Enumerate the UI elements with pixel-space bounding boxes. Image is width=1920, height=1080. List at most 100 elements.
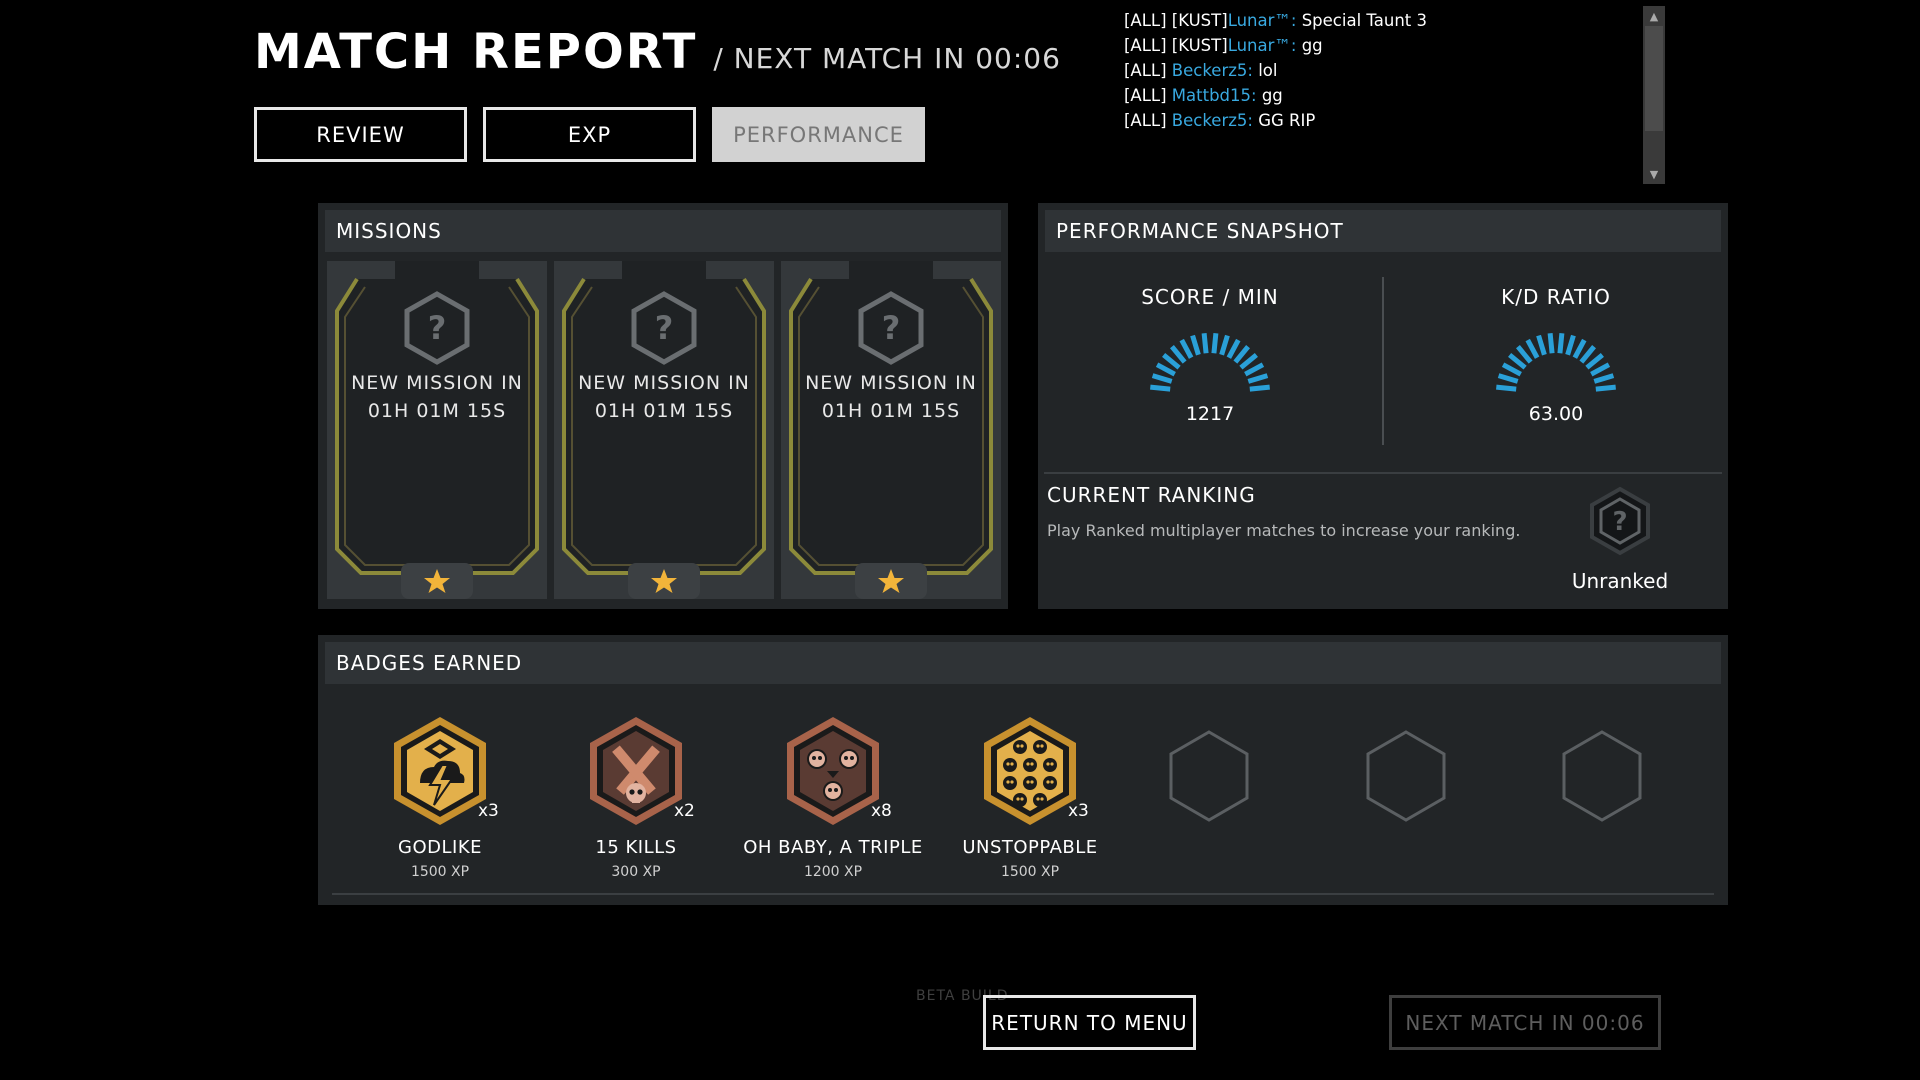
- mission-card[interactable]: ? NEW MISSION IN 01H 01M 15S: [327, 261, 547, 599]
- chat-message: GG RIP: [1252, 111, 1316, 130]
- chat-message: gg: [1256, 86, 1283, 105]
- mission-line-1: NEW MISSION IN: [351, 372, 523, 394]
- svg-text:?: ?: [882, 309, 901, 347]
- badge-oh-baby-a-triple[interactable]: x8 OH BABY, A TRIPLE 1200 XP: [743, 715, 923, 880]
- mission-card[interactable]: ? NEW MISSION IN 01H 01M 15S: [554, 261, 774, 599]
- chat-message: Special Taunt 3: [1296, 11, 1427, 30]
- gauge-segment: [1595, 384, 1616, 392]
- gauge-segment: [1536, 334, 1547, 356]
- chat-line: [ALL] Beckerz5: GG RIP: [1124, 108, 1644, 133]
- gauge-segment: [1593, 373, 1615, 384]
- badge-count: x8: [871, 801, 892, 821]
- chat-line: [ALL] Beckerz5: lol: [1124, 58, 1644, 83]
- gauge-segment: [1219, 334, 1230, 356]
- mission-countdown: NEW MISSION IN 01H 01M 15S: [781, 369, 1001, 425]
- question-hex-icon: ?: [404, 291, 470, 365]
- page-title: MATCH REPORT: [254, 24, 698, 80]
- report-tabs: REVIEW EXP PERFORMANCE: [254, 107, 925, 162]
- chat-prefix: [ALL] [KUST]: [1124, 36, 1228, 55]
- badge-15-kills[interactable]: x2 15 KILLS 300 XP: [546, 715, 726, 880]
- gauge-segment: [1516, 345, 1533, 364]
- gauge-segment: [1585, 353, 1604, 370]
- badge-xp: 1200 XP: [803, 864, 863, 880]
- badge-godlike[interactable]: x3 GODLIKE 1500 XP: [350, 715, 530, 880]
- lightning-badge-icon: [394, 717, 486, 825]
- badge-unstoppable[interactable]: x3 UNSTOPPABLE 1500 XP: [940, 715, 1120, 880]
- gauge-segment: [1557, 333, 1565, 354]
- badge-name: 15 KILLS: [595, 837, 677, 858]
- gauge-segment: [1201, 333, 1209, 354]
- chat-player-name: Beckerz5:: [1171, 111, 1253, 130]
- badge-name: UNSTOPPABLE: [962, 837, 1098, 858]
- tab-exp[interactable]: EXP: [483, 107, 696, 162]
- gauge-segment: [1247, 373, 1269, 384]
- gauge-segment: [1151, 373, 1173, 384]
- badge-xp: 1500 XP: [1000, 864, 1060, 880]
- header: MATCH REPORT / NEXT MATCH IN 00:06: [254, 24, 1061, 80]
- kd-gauge-icon: [1496, 333, 1616, 392]
- gauge-segment: [1572, 338, 1587, 359]
- badges-header: BADGES EARNED: [325, 642, 1721, 684]
- chat-log: [ALL] [KUST]Lunar™: Special Taunt 3 [ALL…: [1120, 6, 1665, 184]
- gauge-segment: [1239, 353, 1258, 370]
- mission-line-1: NEW MISSION IN: [578, 372, 750, 394]
- mission-countdown: NEW MISSION IN 01H 01M 15S: [554, 369, 774, 425]
- performance-snapshot-panel: PERFORMANCE SNAPSHOT SCORE / MIN 1217 K/…: [1038, 203, 1728, 609]
- star-icon: [651, 569, 677, 593]
- svg-text:?: ?: [1612, 507, 1627, 537]
- current-ranking-title: CURRENT RANKING: [1047, 483, 1256, 507]
- badge-name: OH BABY, A TRIPLE: [743, 837, 923, 858]
- chat-player-name: Lunar™:: [1227, 36, 1297, 55]
- chat-lines: [ALL] [KUST]Lunar™: Special Taunt 3 [ALL…: [1124, 8, 1644, 133]
- badge-count: x2: [674, 801, 695, 821]
- kd-ratio-stat: K/D RATIO 63.00: [1406, 285, 1706, 425]
- gauge-segment: [1501, 362, 1522, 377]
- gauge-segment: [1579, 345, 1596, 364]
- kd-ratio-value: 63.00: [1528, 403, 1584, 425]
- stat-divider: [1382, 277, 1384, 445]
- empty-badge-slot-icon: [1562, 730, 1642, 822]
- three-skulls-badge-icon: [787, 717, 879, 825]
- mission-card[interactable]: ? NEW MISSION IN 01H 01M 15S: [781, 261, 1001, 599]
- kd-ratio-label: K/D RATIO: [1501, 285, 1611, 309]
- question-hex-icon: ?: [858, 291, 924, 365]
- chat-player-name: Lunar™:: [1227, 11, 1297, 30]
- empty-badge-slot-icon: [1169, 730, 1249, 822]
- gauge-segment: [1179, 338, 1194, 359]
- question-hex-icon: ?: [631, 291, 697, 365]
- next-match-button[interactable]: NEXT MATCH IN 00:06: [1389, 995, 1661, 1050]
- gauge-segment: [1233, 345, 1250, 364]
- missions-header: MISSIONS: [325, 210, 1001, 252]
- chat-line: [ALL] [KUST]Lunar™: Special Taunt 3: [1124, 8, 1644, 33]
- snapshot-divider: [1044, 472, 1722, 474]
- badges-divider: [332, 893, 1714, 895]
- mission-line-1: NEW MISSION IN: [805, 372, 977, 394]
- gauge-segment: [1226, 338, 1241, 359]
- scroll-up-arrow-icon[interactable]: ▲: [1643, 6, 1665, 26]
- ranking-description: Play Ranked multiplayer matches to incre…: [1047, 521, 1521, 540]
- star-icon: [878, 569, 904, 593]
- chat-message: gg: [1296, 36, 1323, 55]
- mission-line-2: 01H 01M 15S: [821, 400, 961, 422]
- chat-message: lol: [1252, 61, 1278, 80]
- ranking-label: Unranked: [1571, 569, 1669, 593]
- chat-prefix: [ALL]: [1124, 111, 1172, 130]
- gauge-segment: [1244, 362, 1265, 377]
- scroll-down-arrow-icon[interactable]: ▼: [1643, 164, 1665, 184]
- next-match-countdown: / NEXT MATCH IN 00:06: [713, 42, 1061, 75]
- mission-line-2: 01H 01M 15S: [367, 400, 507, 422]
- scroll-thumb[interactable]: [1645, 26, 1663, 131]
- chat-scrollbar[interactable]: ▲ ▼: [1643, 6, 1665, 184]
- tab-performance[interactable]: PERFORMANCE: [712, 107, 925, 162]
- mission-line-2: 01H 01M 15S: [594, 400, 734, 422]
- gauge-segment: [1547, 333, 1555, 354]
- svg-text:?: ?: [428, 309, 447, 347]
- score-gauge-icon: [1150, 333, 1270, 392]
- badge-xp: 300 XP: [611, 864, 661, 880]
- gauge-segment: [1508, 353, 1527, 370]
- return-to-menu-button[interactable]: RETURN TO MENU: [983, 995, 1196, 1050]
- empty-badge-slot-icon: [1366, 730, 1446, 822]
- chat-line: [ALL] [KUST]Lunar™: gg: [1124, 33, 1644, 58]
- chat-prefix: [ALL] [KUST]: [1124, 11, 1228, 30]
- tab-review[interactable]: REVIEW: [254, 107, 467, 162]
